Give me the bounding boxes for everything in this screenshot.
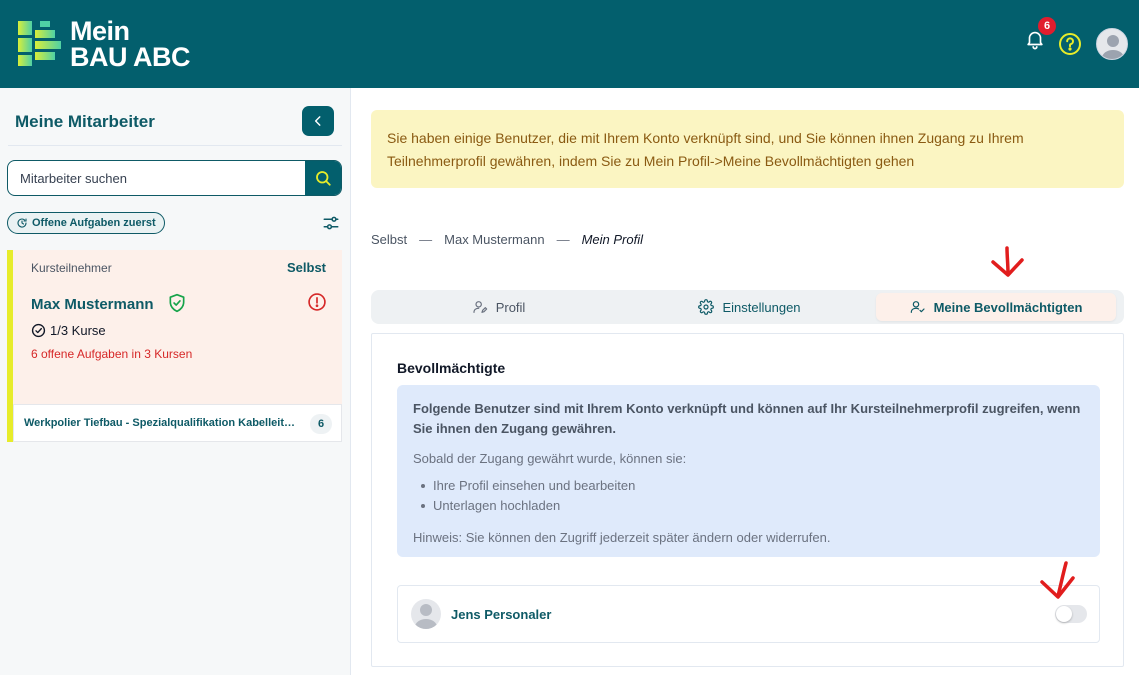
tab-label: Meine Bevollmächtigten [933,299,1083,315]
info-heading: Folgende Benutzer sind mit Ihrem Konto v… [413,401,1081,436]
user-edit-icon [473,301,487,313]
profile-tabs: Profil Einstellungen Meine Bevollmächtig… [371,290,1124,324]
annotation-arrow-icon [991,246,1024,277]
breadcrumb-item-self[interactable]: Selbst [371,232,407,247]
list-item: Ihre Profil einsehen und bearbeiten [417,476,1084,496]
delegates-panel: Bevollmächtigte Folgende Benutzer sind m… [371,333,1124,667]
course-row[interactable]: Werkpolier Tiefbau - Spezialqualifikatio… [13,404,342,442]
shield-check-icon [169,293,185,313]
clock-sort-icon [17,218,27,228]
chevron-left-icon [314,116,321,126]
tab-meine-bevollmaechtigten[interactable]: Meine Bevollmächtigten [876,293,1116,321]
info-hint: Hinweis: Sie können den Zugriff jederzei… [413,530,831,545]
employee-search [7,160,342,196]
tab-label: Profil [495,299,526,315]
open-tasks: 6 offene Aufgaben in 3 Kursen [31,347,193,361]
breadcrumb-item-current: Mein Profil [581,232,643,247]
access-toggle[interactable] [1055,605,1087,623]
check-circle-icon [31,323,46,338]
course-progress-text: 1/3 Kurse [50,323,106,338]
breadcrumb: Selbst — Max Mustermann — Mein Profil [371,232,643,247]
search-icon [316,171,331,186]
filter-icon[interactable] [322,214,340,232]
course-name: Werkpolier Tiefbau - Spezialqualifikatio… [24,417,300,429]
employee-name: Max Mustermann [31,296,154,313]
card-type: Kursteilnehmer [31,261,112,275]
top-bar: Mein BAU ABC 6 [0,0,1139,88]
sidebar: Meine Mitarbeiter Offene Aufgaben zuerst… [0,88,351,675]
sidebar-title: Meine Mitarbeiter [15,112,155,131]
tab-profil[interactable]: Profil [374,293,623,321]
breadcrumb-separator: — [419,232,433,247]
avatar [411,599,441,629]
sort-chip-label: Offene Aufgaben zuerst [32,217,156,229]
info-banner: Sie haben einige Benutzer, die mit Ihrem… [371,110,1124,188]
alert-icon [308,293,326,311]
delegate-row: Jens Personaler [397,585,1100,643]
collapse-sidebar-button[interactable] [302,106,334,136]
list-item: Unterlagen hochladen [417,496,1084,516]
breadcrumb-item-employee[interactable]: Max Mustermann [444,232,544,247]
sort-chip[interactable]: Offene Aufgaben zuerst [7,212,165,234]
search-button[interactable] [305,161,341,195]
employee-card[interactable]: Kursteilnehmer Selbst Max Mustermann 1/3… [7,250,342,442]
annotation-arrow-icon [1040,561,1075,599]
info-list: Ihre Profil einsehen und bearbeiten Unte… [413,476,1084,516]
delegate-name: Jens Personaler [451,607,552,622]
logo[interactable]: Mein BAU ABC [18,16,191,72]
tab-einstellungen[interactable]: Einstellungen [625,293,874,321]
user-check-icon [910,301,925,313]
logo-text: Mein BAU ABC [70,16,191,72]
course-progress: 1/3 Kurse [31,323,106,338]
breadcrumb-separator: — [556,232,570,247]
notification-badge: 6 [1038,17,1056,35]
self-label: Selbst [286,260,326,275]
toggle-knob [1056,606,1072,622]
gear-icon [698,299,715,315]
logo-mark-icon [18,21,61,66]
course-task-count: 6 [310,414,332,434]
help-icon[interactable] [1058,32,1082,56]
info-intro: Sobald der Zugang gewährt wurde, können … [413,451,687,466]
tab-label: Einstellungen [722,299,801,315]
delegates-info-box: Folgende Benutzer sind mit Ihrem Konto v… [397,385,1100,557]
user-avatar-icon[interactable] [1096,28,1128,60]
sidebar-divider [8,145,342,146]
search-input[interactable] [8,161,306,195]
panel-title: Bevollmächtigte [397,360,506,376]
